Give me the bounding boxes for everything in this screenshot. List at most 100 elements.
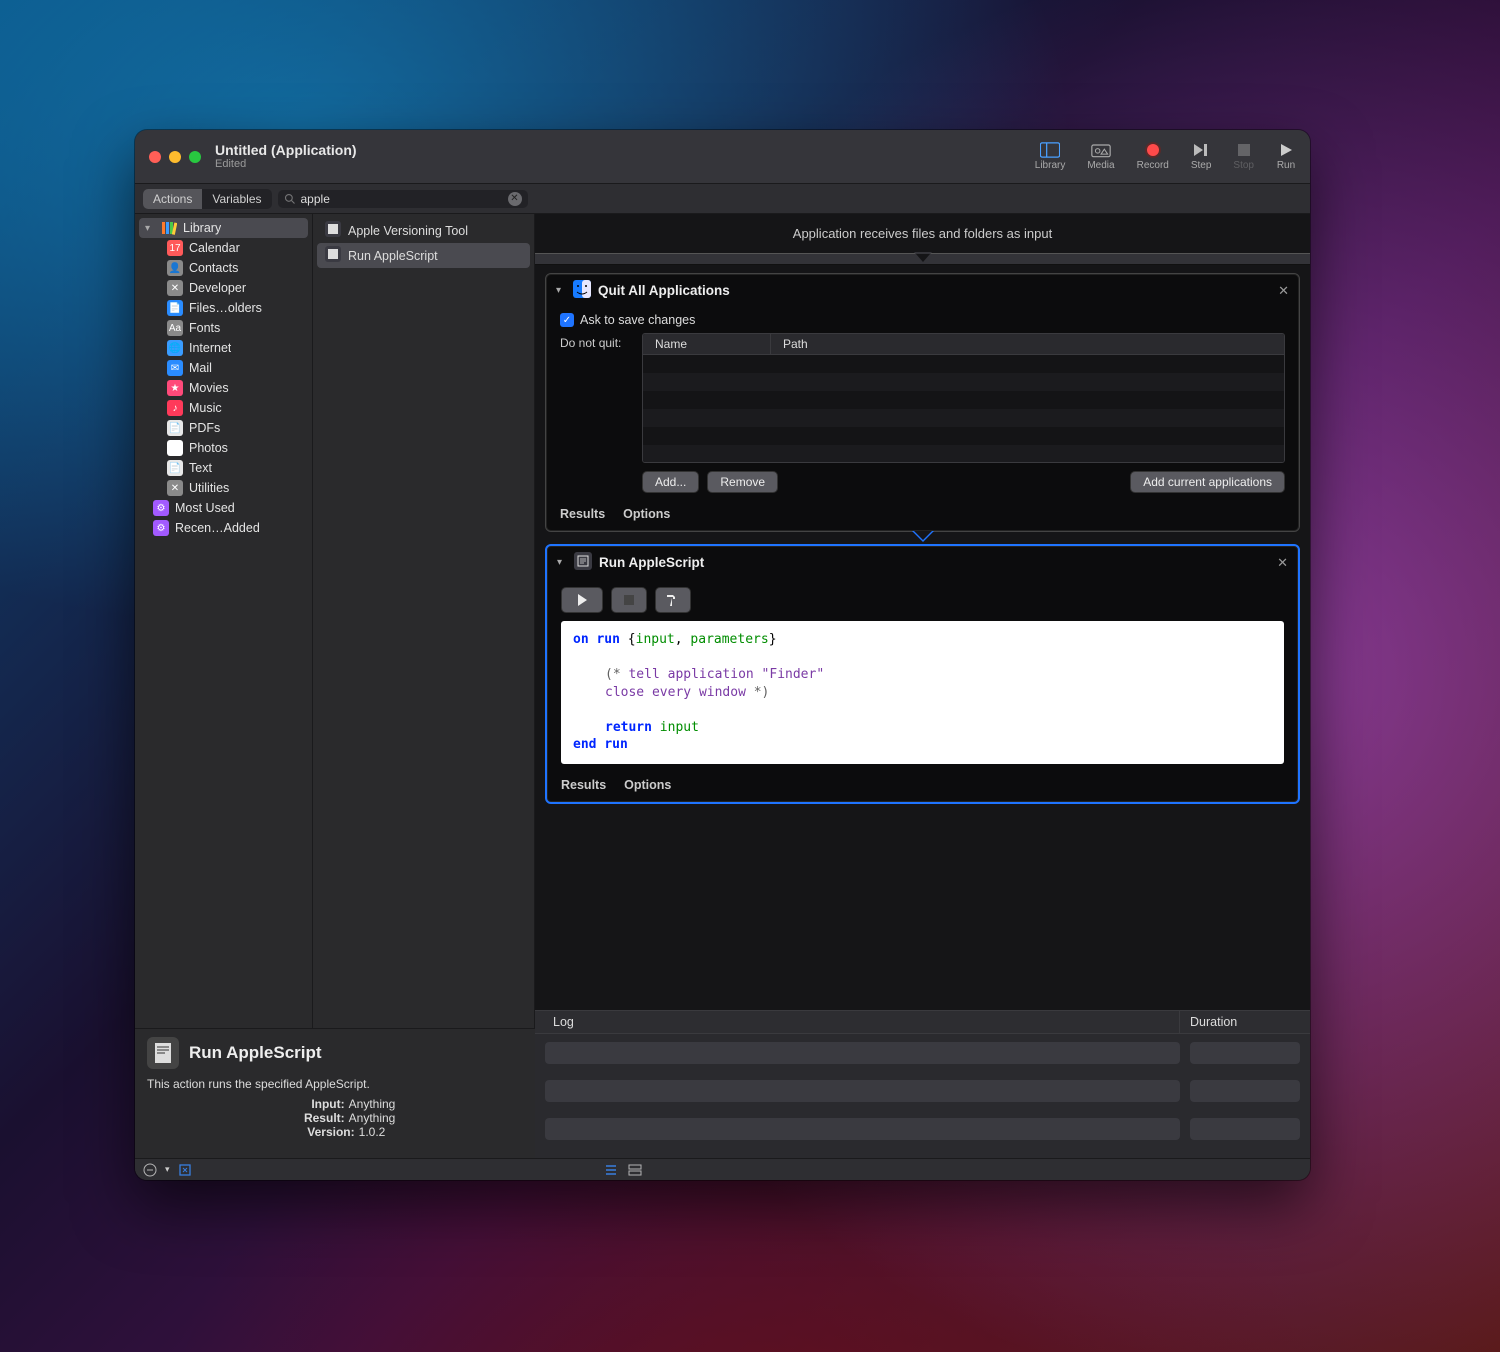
action-item-apple-versioning-tool[interactable]: Apple Versioning Tool [317,218,530,243]
action-title: Quit All Applications [598,283,730,298]
category-icon: ✉ [167,360,183,376]
zoom-window-button[interactable] [189,151,201,163]
traffic-lights [149,151,201,163]
smart-folder-recen-added[interactable]: ⚙Recen…Added [147,518,308,538]
log-grid-icon[interactable] [628,1163,642,1177]
search-icon [284,193,296,205]
log-column-header[interactable]: Log [535,1011,1180,1033]
close-window-button[interactable] [149,151,161,163]
action-icon [325,221,341,240]
category-icon: 📄 [167,460,183,476]
applescript-large-icon [147,1037,179,1069]
stop-toolbar-button: Stop [1233,142,1254,171]
library-search-input[interactable] [301,192,503,206]
library-category-music[interactable]: ♪Music [161,398,308,418]
play-icon [575,593,589,607]
variable-icon[interactable] [178,1163,192,1177]
sidebar-icon [1040,142,1060,158]
library-category-mail[interactable]: ✉Mail [161,358,308,378]
media-toolbar-button[interactable]: Media [1087,142,1114,171]
library-icon [161,220,177,236]
options-tab[interactable]: Options [623,507,670,521]
library-category-fonts[interactable]: AaFonts [161,318,308,338]
add-button[interactable]: Add... [642,471,699,493]
disclosure-icon[interactable]: ▾ [557,557,567,568]
window-title: Untitled (Application) [215,143,357,158]
category-icon: 🌐 [167,340,183,356]
quit-all-applications-action[interactable]: ▾ Quit All Applications ✕ ✓ Ask to save … [545,273,1300,532]
smart-folder-icon: ⚙ [153,520,169,536]
hammer-icon [665,593,681,607]
category-icon: Aa [167,320,183,336]
actions-segment[interactable]: Actions [143,189,202,209]
stop-icon [1234,142,1254,158]
library-category-photos[interactable]: ❀Photos [161,438,308,458]
do-not-quit-table[interactable]: Name Path [642,333,1285,463]
clear-search-button[interactable]: ✕ [508,192,522,206]
results-tab[interactable]: Results [561,778,606,792]
ask-to-save-checkbox[interactable]: ✓ Ask to save changes [560,313,1285,327]
log-row [545,1080,1300,1102]
library-toolbar-button[interactable]: Library [1035,142,1066,171]
remove-action-button[interactable]: ✕ [1277,555,1288,571]
library-category-pdfs[interactable]: 📄PDFs [161,418,308,438]
workflow-scroll[interactable]: ▾ Quit All Applications ✕ ✓ Ask to save … [535,273,1310,1010]
library-category-calendar[interactable]: 17Calendar [161,238,308,258]
library-category-files-olders[interactable]: 📄Files…olders [161,298,308,318]
remove-button[interactable]: Remove [707,471,778,493]
col-name[interactable]: Name [643,334,771,354]
minimize-window-button[interactable] [169,151,181,163]
chevron-down-icon[interactable]: ▾ [165,1164,170,1175]
log-list-icon[interactable] [604,1163,618,1177]
options-tab[interactable]: Options [624,778,671,792]
step-toolbar-button[interactable]: Step [1191,142,1212,171]
script-compile-button[interactable] [655,587,691,613]
library-category-contacts[interactable]: 👤Contacts [161,258,308,278]
category-icon: ✕ [167,280,183,296]
library-category-developer[interactable]: ✕Developer [161,278,308,298]
script-run-button[interactable] [561,587,603,613]
category-icon: ♪ [167,400,183,416]
run-applescript-action[interactable]: ▾ Run AppleScript ✕ [545,544,1300,804]
category-icon: 👤 [167,260,183,276]
applescript-editor[interactable]: on run {input, parameters} (* tell appli… [561,621,1284,764]
script-stop-button[interactable] [611,587,647,613]
variables-segment[interactable]: Variables [202,189,271,209]
log-pane: Log Duration [535,1010,1310,1180]
smart-folder-most-used[interactable]: ⚙Most Used [147,498,308,518]
checkbox-checked-icon: ✓ [560,313,574,327]
col-path[interactable]: Path [771,334,1284,354]
smart-folder-icon: ⚙ [153,500,169,516]
media-icon [1091,142,1111,158]
library-category-text[interactable]: 📄Text [161,458,308,478]
workflow-status-icon[interactable] [143,1163,157,1177]
finder-icon [573,280,591,301]
action-item-run-applescript[interactable]: Run AppleScript [317,243,530,268]
workflow-input-header: Application receives files and folders a… [535,214,1310,253]
library-category-internet[interactable]: 🌐Internet [161,338,308,358]
run-toolbar-button[interactable]: Run [1276,142,1296,171]
disclosure-icon[interactable]: ▾ [556,285,566,296]
automator-window: Untitled (Application) Edited Library Me… [135,130,1310,1180]
action-title: Run AppleScript [599,555,704,570]
window-subtitle: Edited [215,158,357,170]
category-icon: 17 [167,240,183,256]
titlebar: Untitled (Application) Edited Library Me… [135,130,1310,184]
duration-column-header[interactable]: Duration [1180,1011,1310,1033]
results-tab[interactable]: Results [560,507,605,521]
category-icon: ✕ [167,480,183,496]
status-bar: ▾ [135,1158,1310,1180]
add-current-apps-button[interactable]: Add current applications [1130,471,1285,493]
step-icon [1191,142,1211,158]
workflow-area: Application receives files and folders a… [535,214,1310,1180]
library-category-utilities[interactable]: ✕Utilities [161,478,308,498]
library-root-row[interactable]: ▾ Library [139,218,308,238]
info-title: Run AppleScript [189,1043,322,1063]
remove-action-button[interactable]: ✕ [1278,283,1289,299]
record-toolbar-button[interactable]: Record [1137,142,1169,171]
do-not-quit-label: Do not quit: [560,333,634,350]
run-icon [1276,142,1296,158]
category-icon: ★ [167,380,183,396]
library-category-movies[interactable]: ★Movies [161,378,308,398]
log-row [545,1118,1300,1140]
